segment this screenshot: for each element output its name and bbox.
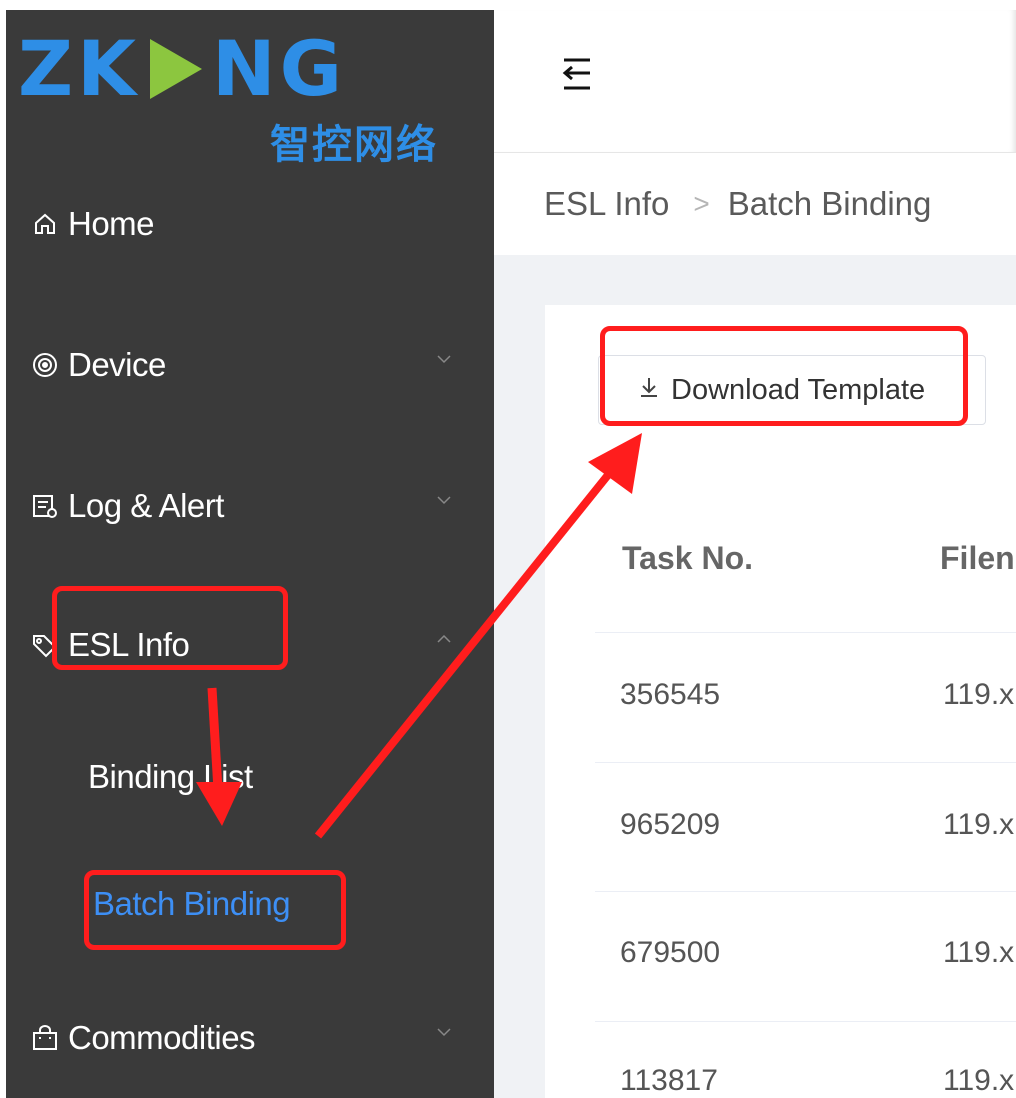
sidebar-item-commodities[interactable]: Commodities: [32, 1010, 452, 1066]
table-divider: [595, 1021, 1016, 1022]
menu-collapse-icon[interactable]: [562, 56, 592, 94]
log-icon: [32, 493, 58, 519]
shopping-bag-icon: [32, 1025, 58, 1051]
sidebar-item-label: Log & Alert: [68, 487, 224, 524]
table-header-task-no: Task No.: [622, 540, 753, 576]
sidebar-item-device[interactable]: Device: [32, 337, 452, 393]
sidebar-subitem-binding-list[interactable]: Binding List: [88, 758, 253, 796]
chevron-down-icon: [437, 355, 451, 364]
device-icon: [32, 352, 58, 378]
table-cell-task-no: 113817: [620, 1064, 718, 1097]
table-cell-filename: 119.x: [943, 808, 1015, 841]
sidebar-item-label: Device: [68, 346, 166, 383]
table-divider: [595, 632, 1016, 633]
breadcrumb-current: Batch Binding: [727, 185, 932, 222]
breadcrumb-separator-icon: >: [693, 188, 710, 219]
table-cell-task-no: 679500: [620, 936, 721, 969]
top-header: [494, 10, 1016, 153]
table-divider: [595, 891, 1016, 892]
table-divider: [595, 762, 1016, 763]
chevron-down-icon: [437, 496, 451, 505]
table-header-filename: Filen: [940, 540, 1015, 576]
logo-wordmark: ZK NG: [18, 24, 346, 113]
breadcrumb: ESL Info > Batch Binding: [494, 153, 1016, 255]
table-cell-task-no: 965209: [620, 808, 721, 841]
chevron-down-icon: [437, 1028, 451, 1037]
table-cell-filename: 119.x: [943, 1064, 1015, 1097]
logo-triangle-icon: [150, 39, 202, 99]
sidebar-item-label: Home: [68, 205, 155, 242]
sidebar-item-log-alert[interactable]: Log & Alert: [32, 478, 452, 534]
annotation-box-esl-info: [52, 586, 288, 670]
logo-chinese-text: 智控网络: [270, 122, 438, 168]
sidebar-item-label: Commodities: [68, 1019, 256, 1056]
home-icon: [32, 211, 58, 237]
chevron-up-icon: [437, 634, 451, 643]
table-cell-filename: 119.x: [943, 678, 1015, 711]
annotation-box-batch-binding: [84, 870, 346, 950]
table-cell-filename: 119.x: [943, 936, 1015, 969]
logo: ZK NG 智控网络: [18, 30, 448, 170]
breadcrumb-parent[interactable]: ESL Info: [544, 185, 669, 223]
table-cell-task-no: 356545: [620, 678, 721, 711]
sidebar-item-home[interactable]: Home: [32, 196, 452, 252]
annotation-box-download: [600, 326, 968, 426]
